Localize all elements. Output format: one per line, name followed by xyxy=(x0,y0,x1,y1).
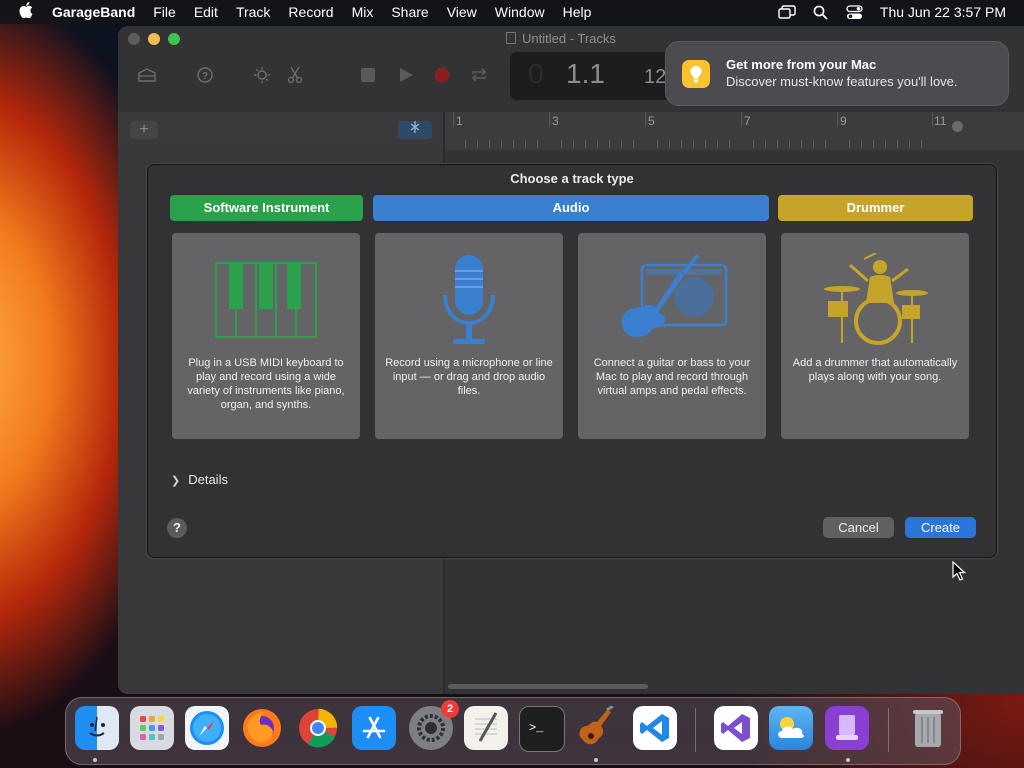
textedit-icon[interactable] xyxy=(464,706,508,750)
svg-text:?: ? xyxy=(202,71,208,82)
dock: 2 >_ xyxy=(65,697,961,765)
playhead-knob[interactable] xyxy=(952,121,963,132)
screen-mirroring-icon[interactable] xyxy=(778,3,796,21)
details-label: Details xyxy=(188,472,228,487)
svg-text:>_: >_ xyxy=(529,721,544,735)
chrome-icon[interactable] xyxy=(296,706,340,750)
dialog-title: Choose a track type xyxy=(510,171,634,186)
apple-menu-icon[interactable] xyxy=(0,2,52,22)
notification-body: Discover must-know features you'll love. xyxy=(726,74,958,89)
help-button[interactable]: ? xyxy=(167,518,187,538)
dock-separator xyxy=(695,708,696,752)
trash-icon[interactable] xyxy=(906,706,950,750)
cycle-icon[interactable] xyxy=(468,64,490,86)
tab-audio[interactable]: Audio xyxy=(373,195,769,221)
card-microphone[interactable]: Record using a microphone or line input … xyxy=(375,233,563,439)
lcd-ghost-digit: 0 xyxy=(528,58,544,89)
lcd-display[interactable]: 0 1.1 12 xyxy=(510,52,670,100)
app-store-icon[interactable] xyxy=(352,706,396,750)
timeline-ruler[interactable]: 1 3 5 7 9 11 xyxy=(444,112,1024,151)
card-guitar[interactable]: Connect a guitar or bass to your Mac to … xyxy=(578,233,766,439)
clock[interactable]: Thu Jun 22 3:57 PM xyxy=(880,4,1006,20)
launchpad-icon[interactable] xyxy=(130,706,174,750)
weather-icon[interactable] xyxy=(769,706,813,750)
window-title: Untitled - Tracks xyxy=(506,31,616,46)
notification-badge: 2 xyxy=(441,700,459,718)
tab-drummer[interactable]: Drummer xyxy=(778,195,973,221)
ruler-mark: 5 xyxy=(648,114,655,128)
ruler-mark: 9 xyxy=(840,114,847,128)
document-icon xyxy=(506,32,516,44)
create-button[interactable]: Create xyxy=(905,517,976,538)
menu-track[interactable]: Track xyxy=(227,4,279,20)
visual-studio-icon[interactable] xyxy=(714,706,758,750)
cancel-button[interactable]: Cancel xyxy=(823,517,894,538)
system-settings-icon[interactable]: 2 xyxy=(409,700,459,750)
menu-app-name[interactable]: GarageBand xyxy=(52,4,144,20)
notification-title: Get more from your Mac xyxy=(726,57,877,72)
ruler-mark: 7 xyxy=(744,114,751,128)
card-software-instrument[interactable]: Plug in a USB MIDI keyboard to play and … xyxy=(172,233,360,439)
card-description: Add a drummer that automatically plays a… xyxy=(792,357,958,383)
quick-help-icon[interactable]: ? xyxy=(194,64,216,86)
mouse-cursor-icon xyxy=(952,560,967,586)
terminal-icon[interactable]: >_ xyxy=(519,706,565,752)
dock-separator xyxy=(888,708,889,752)
menu-share[interactable]: Share xyxy=(382,4,437,20)
lightbulb-icon xyxy=(682,60,710,88)
lcd-position: 1.1 xyxy=(566,58,605,89)
editors-scissors-icon[interactable] xyxy=(284,64,306,86)
window-controls xyxy=(128,33,180,45)
menu-bar: GarageBand File Edit Track Record Mix Sh… xyxy=(0,0,1024,24)
vscode-icon[interactable] xyxy=(633,706,677,750)
details-disclosure[interactable]: ❯ Details xyxy=(171,472,228,487)
drummer-icon xyxy=(781,253,969,353)
close-window-button[interactable] xyxy=(128,33,140,45)
running-indicator xyxy=(846,758,850,762)
lcd-tempo: 12 xyxy=(644,66,667,88)
running-indicator xyxy=(594,758,598,762)
add-track-button[interactable]: + xyxy=(130,121,158,139)
ruler-mark: 1 xyxy=(456,114,463,128)
menu-view[interactable]: View xyxy=(438,4,486,20)
ruler-mark: 11 xyxy=(934,114,947,128)
firefox-icon[interactable] xyxy=(240,706,284,750)
menu-help[interactable]: Help xyxy=(554,4,601,20)
stop-button[interactable] xyxy=(357,64,379,86)
smart-controls-icon[interactable] xyxy=(251,64,273,86)
control-center-icon[interactable] xyxy=(846,3,864,21)
safari-icon[interactable] xyxy=(185,706,229,750)
notification-banner[interactable]: Get more from your Mac Discover must-kno… xyxy=(665,41,1009,106)
finder-icon[interactable] xyxy=(75,706,119,750)
menu-window[interactable]: Window xyxy=(486,4,554,20)
guitar-amp-icon xyxy=(578,253,766,353)
menu-edit[interactable]: Edit xyxy=(185,4,227,20)
horizontal-scrollbar[interactable] xyxy=(448,684,648,689)
tab-software-instrument[interactable]: Software Instrument xyxy=(170,195,363,221)
record-button[interactable] xyxy=(431,64,453,86)
running-indicator xyxy=(93,758,97,762)
zoom-window-button[interactable] xyxy=(168,33,180,45)
menu-mix[interactable]: Mix xyxy=(343,4,383,20)
card-description: Connect a guitar or bass to your Mac to … xyxy=(593,357,751,397)
apple-configurator-icon[interactable] xyxy=(825,706,869,750)
spotlight-search-icon[interactable] xyxy=(812,3,830,21)
catch-playhead-button[interactable] xyxy=(398,121,432,139)
chevron-right-icon: ❯ xyxy=(171,475,181,487)
choose-track-type-dialog: Choose a track type Software Instrument … xyxy=(146,163,998,559)
microphone-icon xyxy=(375,253,563,353)
window-title-text: Untitled - Tracks xyxy=(522,31,616,46)
card-description: Record using a microphone or line input … xyxy=(385,357,553,397)
card-description: Plug in a USB MIDI keyboard to play and … xyxy=(187,357,345,411)
menu-record[interactable]: Record xyxy=(279,4,342,20)
ruler-mark: 3 xyxy=(552,114,559,128)
menu-file[interactable]: File xyxy=(144,4,185,20)
library-icon[interactable] xyxy=(136,64,158,86)
card-drummer[interactable]: Add a drummer that automatically plays a… xyxy=(781,233,969,439)
garageband-icon[interactable] xyxy=(574,706,618,750)
piano-keyboard-icon xyxy=(172,253,360,353)
play-button[interactable] xyxy=(395,64,417,86)
minimize-window-button[interactable] xyxy=(148,33,160,45)
